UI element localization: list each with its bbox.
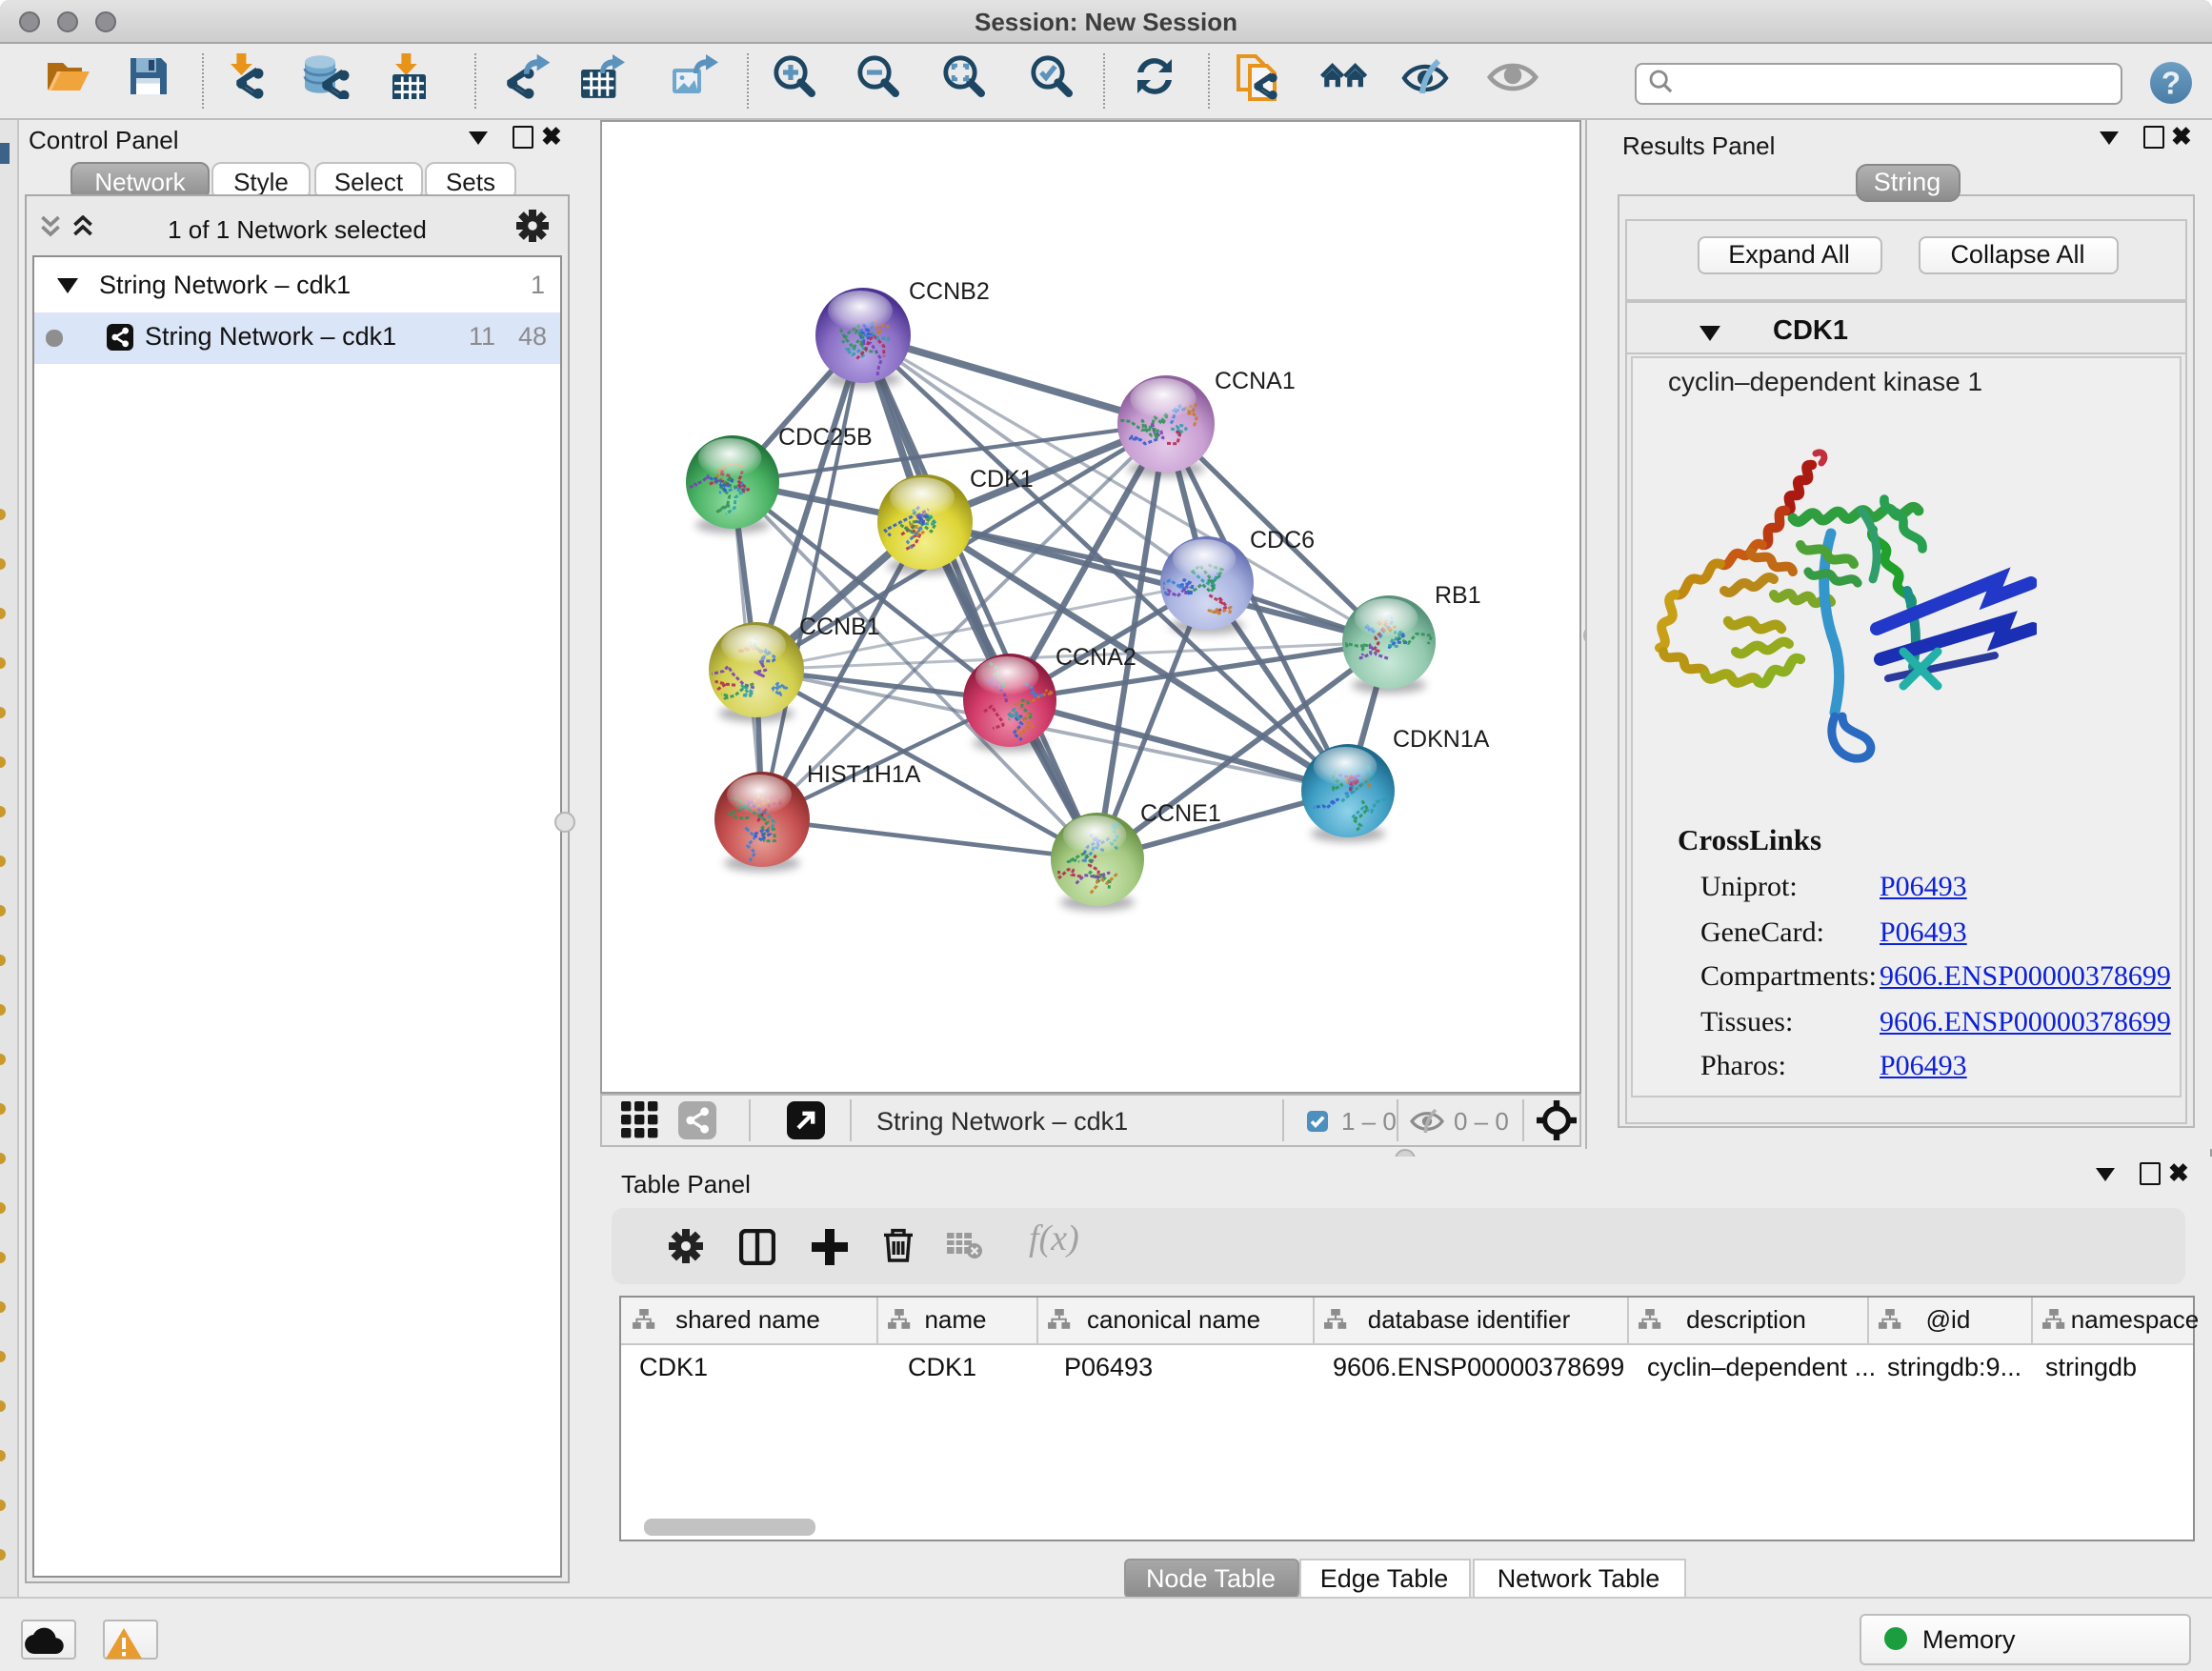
svg-text:CDC6: CDC6	[1250, 526, 1315, 553]
svg-text:CCNE1: CCNE1	[1140, 799, 1221, 826]
svg-text:CDC25B: CDC25B	[778, 423, 873, 450]
svg-text:CCNA1: CCNA1	[1215, 367, 1296, 393]
svg-text:RB1: RB1	[1435, 581, 1481, 608]
svg-text:CDK1: CDK1	[970, 465, 1034, 492]
svg-text:CDKN1A: CDKN1A	[1393, 725, 1490, 752]
svg-text:CCNB2: CCNB2	[909, 277, 990, 304]
svg-text:CCNA2: CCNA2	[1056, 643, 1136, 670]
svg-text:?: ?	[2162, 65, 2181, 100]
svg-text:CCNB1: CCNB1	[799, 613, 880, 639]
svg-text:HIST1H1A: HIST1H1A	[807, 760, 921, 787]
